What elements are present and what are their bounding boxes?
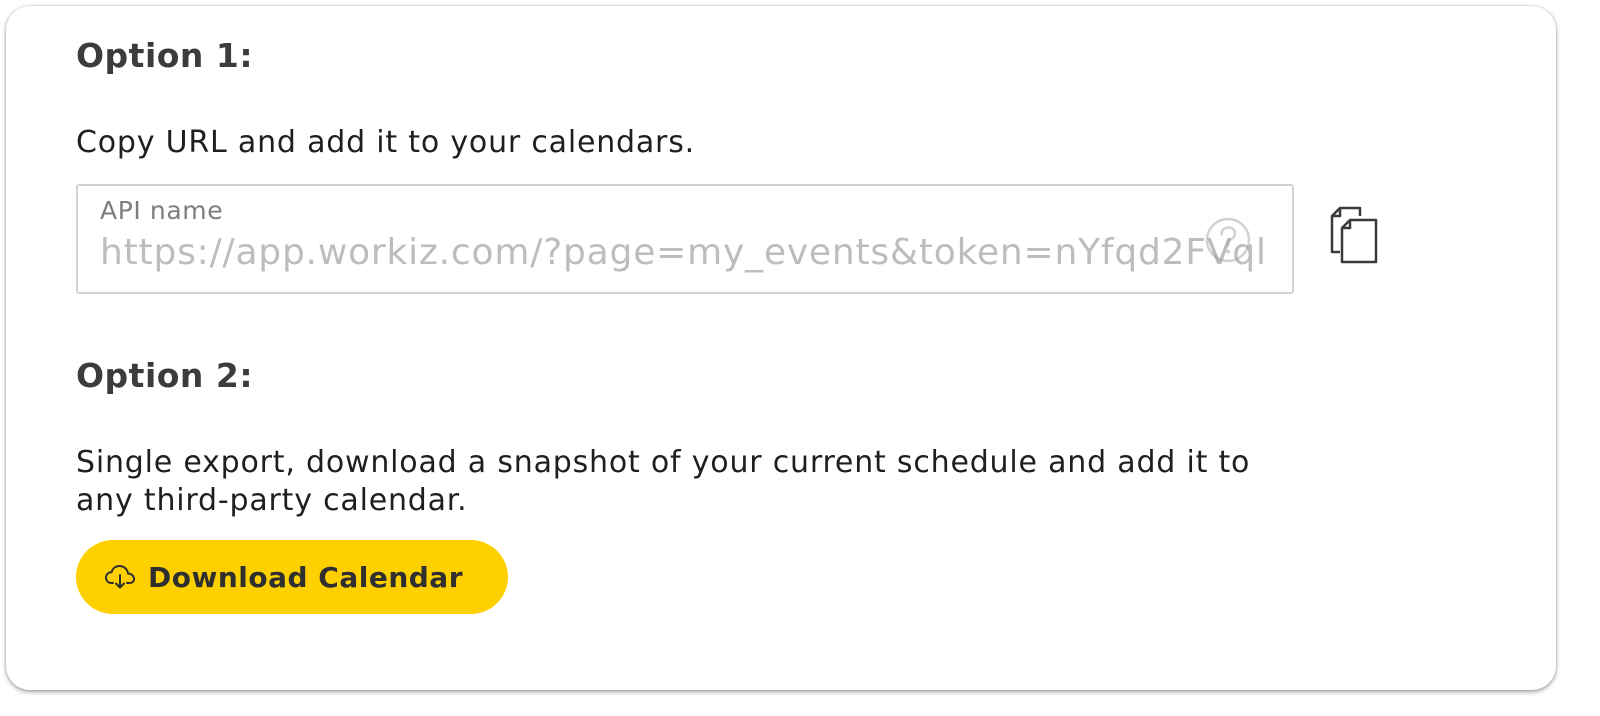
download-calendar-button-label: Download Calendar <box>148 560 464 594</box>
option-2-heading: Option 2: <box>76 356 254 395</box>
api-url-field-label: API name <box>100 196 224 225</box>
cloud-download-icon <box>105 565 135 589</box>
copy-icon[interactable] <box>1328 206 1380 268</box>
api-url-field[interactable]: API name <box>76 184 1294 294</box>
option-1-heading: Option 1: <box>76 36 254 75</box>
option-2-description-line-1: Single export, download a snapshot of yo… <box>76 445 1251 480</box>
help-circle-icon[interactable] <box>1204 216 1252 264</box>
download-calendar-button[interactable]: Download Calendar <box>76 540 508 614</box>
option-1-description: Copy URL and add it to your calendars. <box>76 125 695 160</box>
calendar-sync-card: Option 1: Copy URL and add it to your ca… <box>6 6 1556 690</box>
option-2-description-line-2: any third-party calendar. <box>76 483 468 518</box>
api-url-input[interactable] <box>100 230 1270 274</box>
